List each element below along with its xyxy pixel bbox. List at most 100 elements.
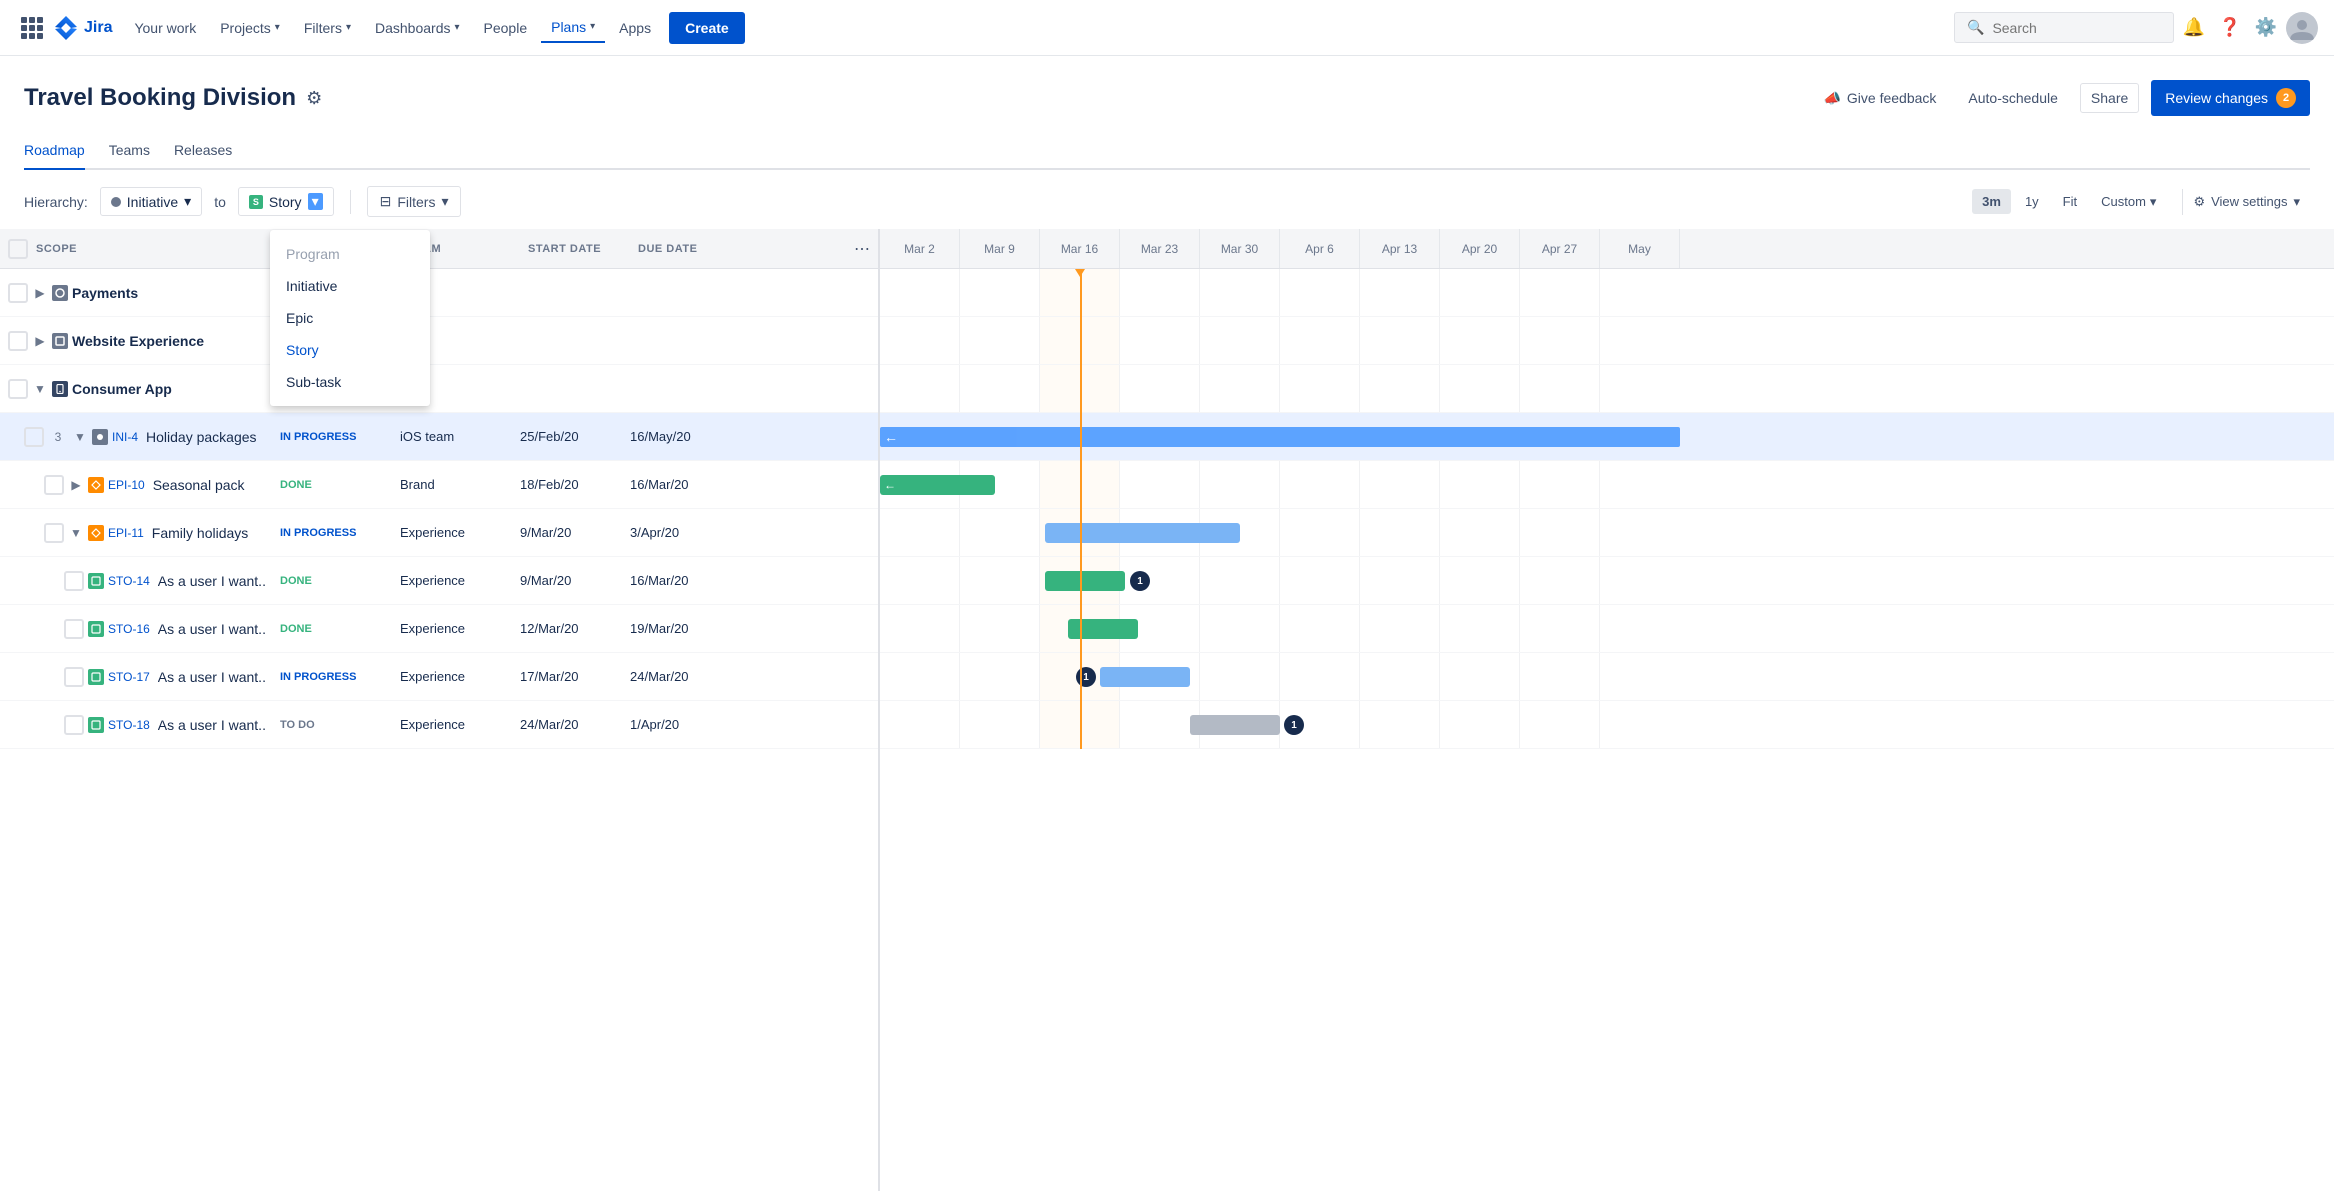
dropdown-item-initiative[interactable]: Initiative bbox=[270, 270, 430, 302]
search-box[interactable]: 🔍 bbox=[1954, 12, 2174, 43]
notifications-button[interactable]: 🔔 bbox=[2178, 12, 2210, 44]
grid-icon bbox=[21, 17, 43, 39]
search-icon: 🔍 bbox=[1967, 19, 1984, 36]
gantt-bar-sto17[interactable] bbox=[1100, 667, 1190, 687]
hierarchy-to-select[interactable]: S Story ▾ bbox=[238, 187, 334, 216]
row-checkbox[interactable] bbox=[64, 715, 84, 735]
row-scope-sto16: STO-16 As a user I want.. bbox=[0, 619, 280, 639]
row-checkbox[interactable] bbox=[44, 475, 64, 495]
nav-your-work[interactable]: Your work bbox=[124, 14, 206, 42]
view-settings-button[interactable]: ⚙ View settings ▾ bbox=[2182, 189, 2310, 215]
gantt-row-sto16 bbox=[880, 605, 2334, 653]
row-checkbox[interactable] bbox=[8, 331, 28, 351]
issue-title: Holiday packages bbox=[146, 429, 257, 445]
issue-key[interactable]: STO-14 bbox=[108, 574, 150, 588]
avatar-image bbox=[2286, 12, 2318, 44]
gantt-row bbox=[880, 365, 2334, 413]
issue-key[interactable]: INI-4 bbox=[112, 430, 138, 444]
issue-key[interactable]: STO-16 bbox=[108, 622, 150, 636]
nav-plans[interactable]: Plans ▾ bbox=[541, 13, 605, 43]
issue-key[interactable]: STO-18 bbox=[108, 718, 150, 732]
row-expand-icon[interactable]: ▼ bbox=[72, 429, 88, 445]
feedback-button[interactable]: 📣 Give feedback bbox=[1813, 84, 1946, 113]
row-fields: TO DO Experience 24/Mar/20 1/Apr/20 bbox=[280, 717, 878, 732]
nav-people[interactable]: People bbox=[474, 14, 538, 42]
jira-logo[interactable]: Jira bbox=[52, 14, 112, 42]
share-button[interactable]: Share bbox=[2080, 83, 2139, 113]
epic-icon bbox=[88, 525, 104, 541]
fields-more-button[interactable]: ⋯ bbox=[854, 239, 870, 259]
create-button[interactable]: Create bbox=[669, 12, 745, 44]
row-expand-icon[interactable]: ▼ bbox=[68, 525, 84, 541]
row-scope-sto17: STO-17 As a user I want.. bbox=[0, 667, 280, 687]
field-status: IN PROGRESS bbox=[280, 671, 400, 683]
tab-releases[interactable]: Releases bbox=[174, 132, 232, 170]
select-all-checkbox[interactable] bbox=[8, 239, 28, 259]
custom-button[interactable]: Custom ▾ bbox=[2091, 189, 2166, 215]
row-checkbox[interactable] bbox=[8, 283, 28, 303]
filters-chevron-icon: ▾ bbox=[346, 22, 351, 33]
dropdown-item-subtask[interactable]: Sub-task bbox=[270, 366, 430, 398]
table-row: ▶ EPI-10 Seasonal pack DONE Brand 18/Feb… bbox=[0, 461, 878, 509]
nav-projects[interactable]: Projects ▾ bbox=[210, 14, 290, 42]
col-due: Due date bbox=[638, 243, 748, 255]
time-3m-button[interactable]: 3m bbox=[1972, 189, 2011, 214]
gantt-bar-ini4[interactable]: ← bbox=[880, 427, 1680, 447]
search-input[interactable] bbox=[1992, 20, 2152, 36]
dropdown-item-epic[interactable]: Epic bbox=[270, 302, 430, 334]
field-status: IN PROGRESS bbox=[280, 527, 400, 539]
page-content: Travel Booking Division ⚙ 📣 Give feedbac… bbox=[0, 56, 2334, 229]
tab-roadmap[interactable]: Roadmap bbox=[24, 132, 85, 170]
field-start: 9/Mar/20 bbox=[520, 573, 630, 588]
filters-button[interactable]: ⊟ Filters ▾ bbox=[367, 186, 462, 217]
gantt-row bbox=[880, 317, 2334, 365]
initiative-icon bbox=[52, 285, 68, 301]
help-button[interactable]: ❓ bbox=[2214, 12, 2246, 44]
row-expand-icon[interactable]: ▼ bbox=[32, 381, 48, 397]
settings-button[interactable]: ⚙️ bbox=[2250, 12, 2282, 44]
nav-dashboards[interactable]: Dashboards ▾ bbox=[365, 14, 470, 42]
time-fit-button[interactable]: Fit bbox=[2053, 189, 2087, 214]
app-switcher[interactable] bbox=[16, 12, 48, 44]
issue-key[interactable]: EPI-11 bbox=[108, 526, 144, 540]
row-fields: IN PROGRESS iOS team 25/Feb/20 16/May/20 bbox=[280, 429, 878, 444]
issue-key[interactable]: EPI-10 bbox=[108, 478, 145, 492]
gantt-bar-sto16[interactable] bbox=[1068, 619, 1138, 639]
autoschedule-button[interactable]: Auto-schedule bbox=[1958, 84, 2068, 112]
field-team: Experience bbox=[400, 573, 520, 588]
row-checkbox[interactable] bbox=[64, 571, 84, 591]
epic-icon bbox=[88, 477, 104, 493]
settings-icon[interactable]: ⚙ bbox=[306, 88, 322, 109]
field-team: iOS team bbox=[400, 429, 520, 444]
row-fields: DONE Experience 12/Mar/20 19/Mar/20 bbox=[280, 621, 878, 636]
gantt-row-ini4: ← bbox=[880, 413, 2334, 461]
gantt-bar-epi11[interactable] bbox=[1045, 523, 1240, 543]
today-line bbox=[1080, 269, 1082, 749]
dropdown-item-story[interactable]: Story bbox=[270, 334, 430, 366]
table-row: STO-14 As a user I want.. DONE Experienc… bbox=[0, 557, 878, 605]
gantt-bar-sto18[interactable] bbox=[1190, 715, 1280, 735]
row-checkbox[interactable] bbox=[44, 523, 64, 543]
megaphone-icon: 📣 bbox=[1823, 90, 1840, 107]
row-checkbox[interactable] bbox=[8, 379, 28, 399]
time-1y-button[interactable]: 1y bbox=[2015, 189, 2049, 214]
nav-filters[interactable]: Filters ▾ bbox=[294, 14, 361, 42]
tab-teams[interactable]: Teams bbox=[109, 132, 150, 170]
user-avatar[interactable] bbox=[2286, 12, 2318, 44]
row-checkbox[interactable] bbox=[24, 427, 44, 447]
row-checkbox[interactable] bbox=[64, 667, 84, 687]
field-due: 16/Mar/20 bbox=[630, 573, 740, 588]
row-expand-icon[interactable]: ▶ bbox=[32, 333, 48, 349]
hierarchy-from-select[interactable]: Initiative ▾ bbox=[100, 187, 202, 216]
gantt-bar-sto14[interactable] bbox=[1045, 571, 1125, 591]
gantt-col-mar2: Mar 2 bbox=[880, 229, 960, 268]
row-checkbox[interactable] bbox=[64, 619, 84, 639]
review-changes-button[interactable]: Review changes 2 bbox=[2151, 80, 2310, 116]
issue-key[interactable]: STO-17 bbox=[108, 670, 150, 684]
nav-apps[interactable]: Apps bbox=[609, 14, 661, 42]
scope-header: SCOPE Status Team Start date Due date ⋯ bbox=[0, 229, 878, 269]
gantt-bar-epi10[interactable]: ← bbox=[880, 475, 995, 495]
row-expand-icon[interactable]: ▶ bbox=[32, 285, 48, 301]
table-row: STO-17 As a user I want.. IN PROGRESS Ex… bbox=[0, 653, 878, 701]
row-expand-icon[interactable]: ▶ bbox=[68, 477, 84, 493]
